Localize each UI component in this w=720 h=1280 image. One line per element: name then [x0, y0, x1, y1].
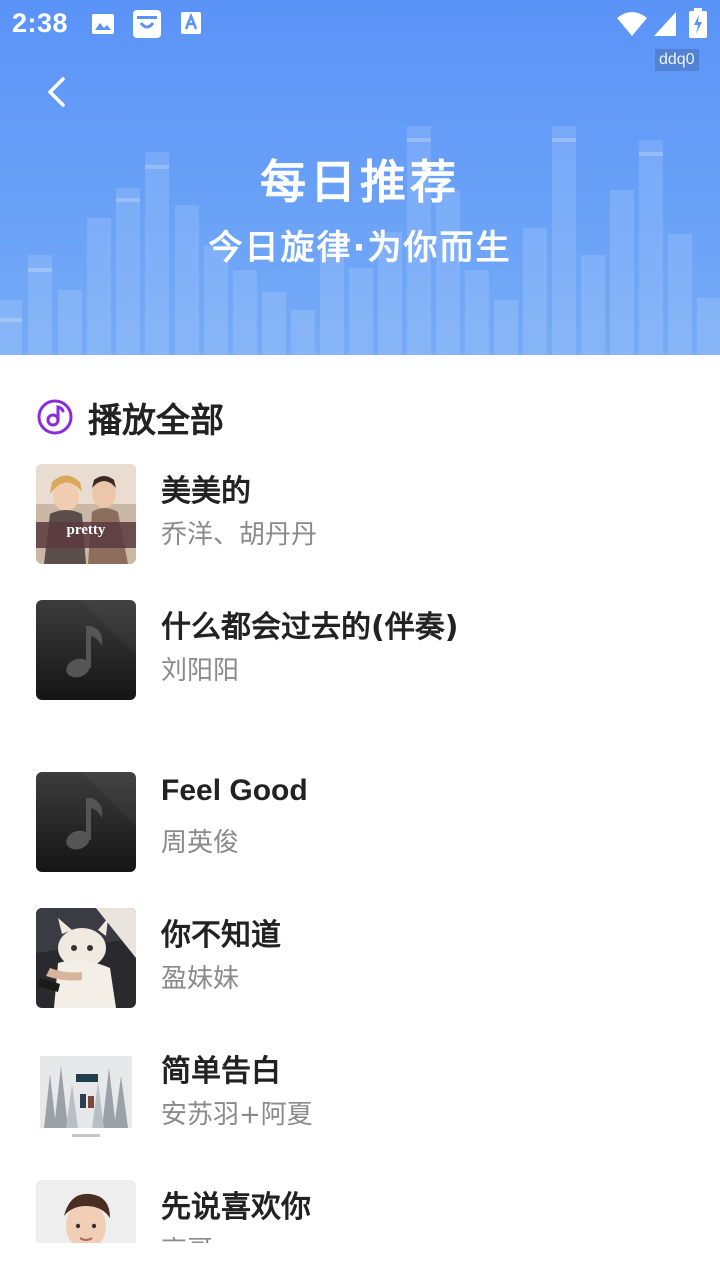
signal-icon — [654, 12, 676, 36]
song-item[interactable]: 先说喜欢你 高哥 — [36, 1180, 686, 1243]
song-title: 简单告白 — [161, 1054, 281, 1089]
song-title: 先说喜欢你 — [161, 1190, 311, 1225]
song-title: 什么都会过去的(伴奏) — [161, 610, 459, 645]
song-item[interactable]: 什么都会过去的(伴奏) 刘阳阳 — [36, 600, 686, 700]
song-item[interactable]: Feel Good 周英俊 — [36, 772, 686, 872]
album-cover — [36, 908, 136, 1008]
song-title: Feel Good — [161, 774, 308, 807]
watermark-label: ddq0 — [655, 49, 699, 71]
music-disc-icon — [37, 399, 73, 435]
album-cover: pretty — [36, 464, 136, 564]
page-title: 每日推荐 — [260, 155, 460, 209]
song-item[interactable]: pretty 美美的 乔洋、胡丹丹 — [36, 464, 686, 564]
song-title: 美美的 — [161, 474, 251, 509]
back-arrow-icon[interactable] — [36, 70, 80, 114]
image-icon — [92, 14, 114, 34]
song-item[interactable]: 简单告白 安苏羽+阿夏 — [36, 1044, 686, 1144]
song-artist: 刘阳阳 — [161, 656, 240, 686]
song-title: 你不知道 — [161, 918, 281, 953]
status-bar: 2:38 — [0, 0, 720, 48]
wifi-icon — [617, 12, 647, 36]
album-cover-placeholder — [36, 772, 136, 872]
play-all-label: 播放全部 — [88, 400, 224, 441]
song-artist: 周英俊 — [161, 828, 240, 858]
header-banner: 2:38 ddq0 每日推荐 今日旋律·为你而生 — [0, 0, 720, 355]
album-cover-text: pretty — [66, 522, 106, 538]
song-artist: 安苏羽+阿夏 — [161, 1100, 313, 1130]
song-artist: 盈妹妹 — [161, 964, 240, 994]
song-list-panel: 播放全部 pretty 美美的 乔洋、胡丹丹 什么都会过去的(伴奏) 刘阳阳 F… — [0, 355, 720, 1243]
song-artist: 乔洋、胡丹丹 — [161, 520, 318, 550]
shopping-bag-icon — [133, 10, 161, 38]
album-cover — [36, 1044, 136, 1144]
song-item[interactable]: 你不知道 盈妹妹 — [36, 908, 686, 1008]
play-all-button[interactable]: 播放全部 — [36, 392, 224, 442]
page-subtitle: 今日旋律·为你而生 — [208, 228, 512, 268]
font-a-icon — [181, 12, 201, 34]
song-artist: 高哥 — [161, 1230, 213, 1243]
album-cover-placeholder — [36, 600, 136, 700]
battery-icon — [689, 8, 707, 38]
status-time: 2:38 — [12, 8, 69, 38]
album-cover — [36, 1180, 136, 1243]
